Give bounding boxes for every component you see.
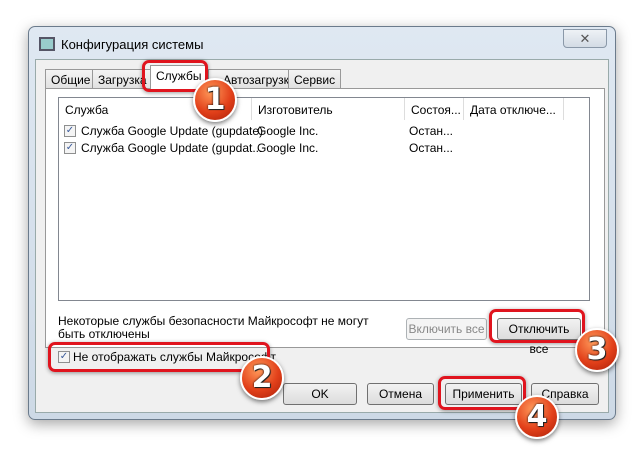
service-vendor: Google Inc. [257,124,319,138]
column-state[interactable]: Состоя... [405,98,464,120]
close-button[interactable]: ✕ [563,29,607,48]
highlight-disable-all [489,309,585,343]
step-badge-4: 4 [515,395,559,439]
table-row[interactable]: ✓ Служба Google Update (gupdat... Google… [59,140,589,157]
service-name: Служба Google Update (gupdate) [81,124,263,138]
row-checkbox[interactable]: ✓ [64,142,76,154]
cancel-button[interactable]: Отмена [367,383,434,405]
service-vendor: Google Inc. [257,141,319,155]
step-badge-1: 1 [193,78,237,122]
column-vendor[interactable]: Изготовитель [252,98,405,120]
tab-general[interactable]: Общие [45,69,97,89]
highlight-hide-ms [48,342,270,372]
security-note: Некоторые службы безопасности Майкрософт… [58,314,369,341]
table-row[interactable]: ✓ Служба Google Update (gupdate) Google … [59,123,589,140]
step-badge-2: 2 [240,356,284,400]
enable-all-button[interactable]: Включить все [406,318,487,340]
tab-tools[interactable]: Сервис [288,69,342,89]
column-disabled-date[interactable]: Дата отключе... [464,98,564,120]
ok-button[interactable]: OK [283,383,357,405]
step-badge-3: 3 [575,328,619,372]
service-name: Служба Google Update (gupdat... [81,141,263,155]
services-list[interactable]: Служба Изготовитель Состоя... Дата отклю… [58,97,590,301]
row-checkbox[interactable]: ✓ [64,125,76,137]
service-state: Остан... [409,124,453,138]
service-state: Остан... [409,141,453,155]
window-title: Конфигурация системы [61,37,204,52]
app-icon [39,37,55,51]
highlight-apply [438,376,526,410]
